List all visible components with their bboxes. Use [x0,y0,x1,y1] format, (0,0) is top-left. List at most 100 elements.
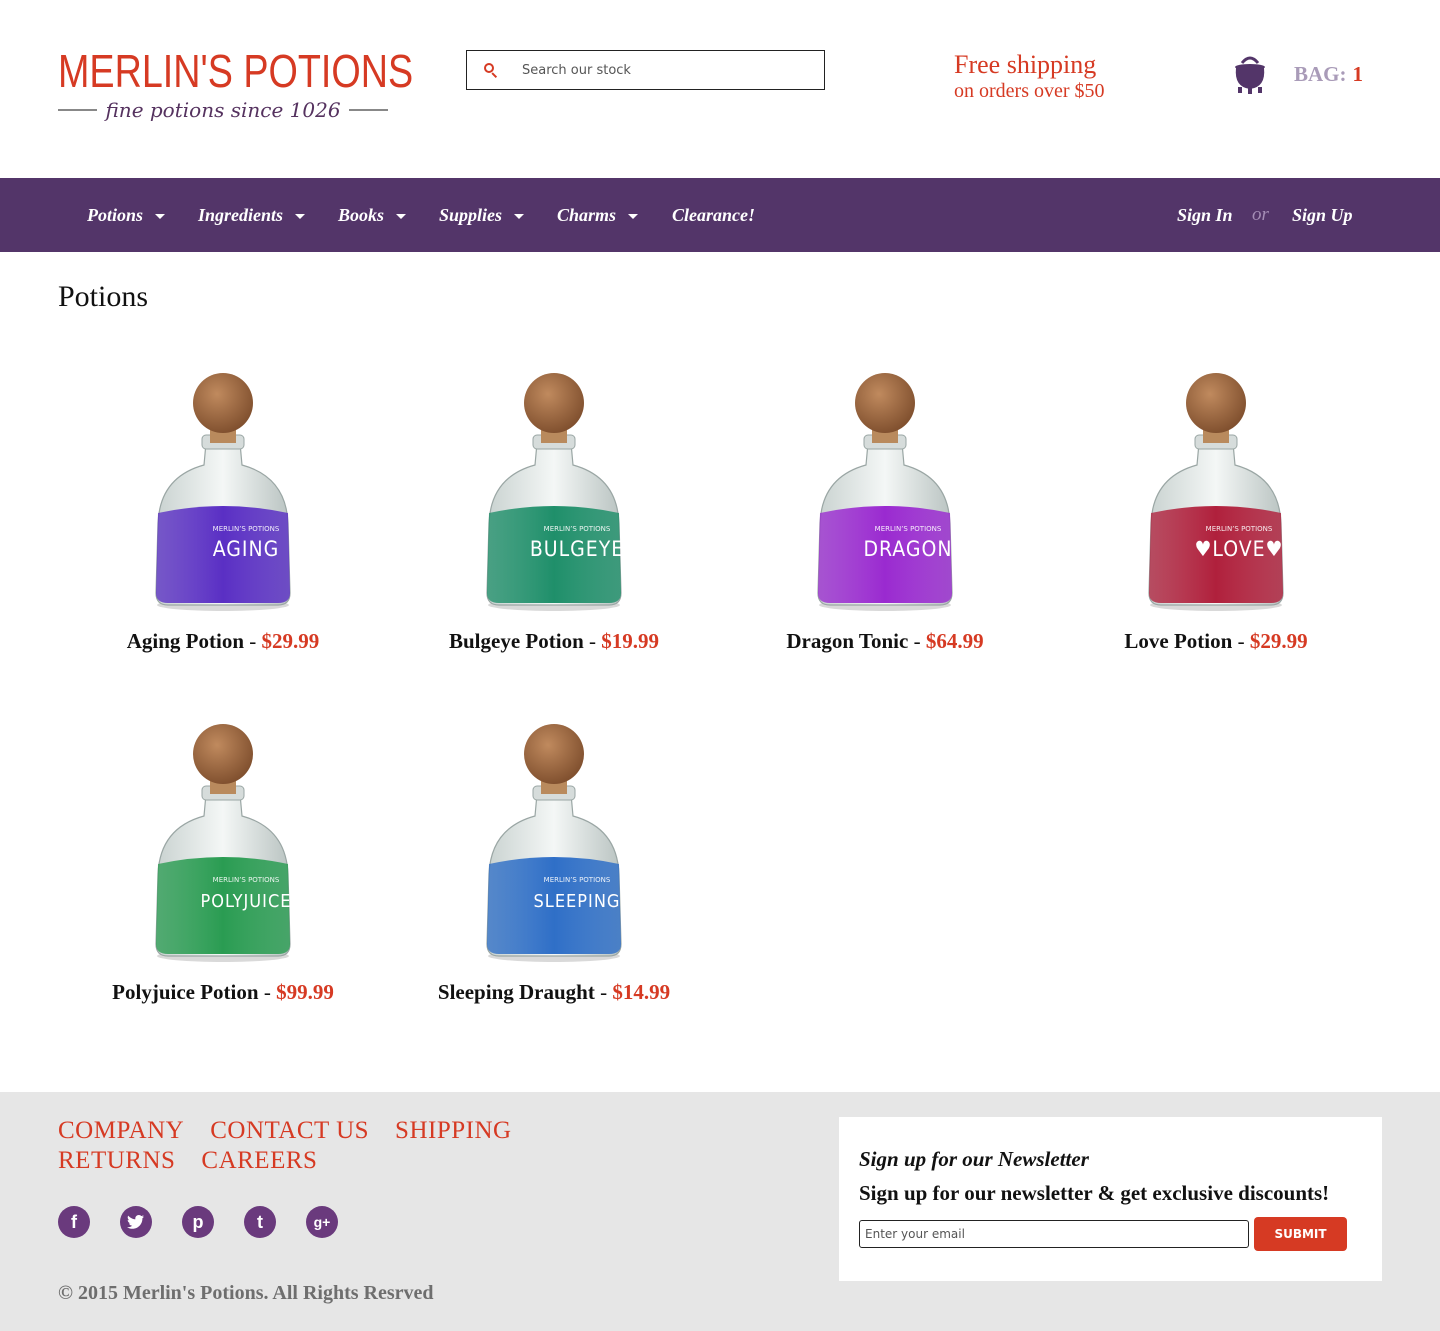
bottle-label-text: DRAGON [863,537,952,561]
footer-link-contact-us[interactable]: CONTACT US [210,1116,369,1146]
product-image[interactable]: MERLIN’S POTIONS POLYJUICE [146,724,300,964]
product-caption: Love Potion - $29.99 [1051,629,1381,654]
product-image[interactable]: MERLIN’S POTIONS BULGEYE [477,373,631,613]
nav-label: Clearance! [672,204,755,225]
bottle-label-text: ♥LOVE♥ [1194,537,1283,561]
search-input[interactable] [522,62,802,78]
footer-link-company[interactable]: COMPANY [58,1116,184,1146]
chevron-down-icon [514,213,525,219]
pinterest-icon[interactable]: p [182,1206,214,1238]
product-name[interactable]: Polyjuice Potion [112,980,258,1004]
product-separator: - [913,629,921,653]
product-separator: - [1237,629,1245,653]
product-separator: - [600,980,608,1004]
bottle-label-text: AGING [213,537,280,561]
product-price: $64.99 [925,629,984,653]
product-separator: - [249,629,257,653]
product-card[interactable]: MERLIN’S POTIONS AGING Aging Potion - $29.… [58,373,388,673]
bottle-label-text: POLYJUICE [201,891,292,912]
product-card[interactable]: MERLIN’S POTIONS SLEEPING Sleeping Draught… [389,724,719,1024]
chevron-down-icon [155,213,166,219]
product-separator: - [263,980,271,1004]
product-card[interactable]: MERLIN’S POTIONS BULGEYE Bulgeye Potion - … [389,373,719,673]
svg-text:MERLIN’S POTIONS: MERLIN’S POTIONS [544,525,611,533]
svg-text:MERLIN’S POTIONS: MERLIN’S POTIONS [213,525,280,533]
search-bar [466,50,825,90]
bag-label: BAG: [1294,61,1347,86]
nav-item-charms[interactable]: Charms [557,178,639,252]
bottle-label-text: SLEEPING [534,891,621,912]
free-shipping-banner: Free shipping on orders over $50 [954,50,1105,102]
twitter-icon[interactable] [120,1206,152,1238]
footer-link-shipping[interactable]: SHIPPING [395,1116,512,1146]
svg-text:MERLIN’S POTIONS: MERLIN’S POTIONS [1206,525,1273,533]
product-price: $14.99 [612,980,671,1004]
newsletter-subtitle: Sign up for our newsletter & get exclusi… [859,1181,1330,1205]
logo-wordmark: MERLIN'S POTIONS [58,45,414,97]
newsletter-title: Sign up for our Newsletter [859,1147,1089,1171]
chevron-down-icon [295,213,306,219]
chevron-down-icon [628,213,639,219]
svg-text:MERLIN’S POTIONS: MERLIN’S POTIONS [213,876,280,884]
shipping-headline: Free shipping [954,50,1097,79]
sign-in-link[interactable]: Sign In [1177,178,1233,252]
product-caption: Polyjuice Potion - $99.99 [58,980,388,1005]
tumblr-icon[interactable]: t [244,1206,276,1238]
logo-tagline-row: fine potions since 1026 [58,98,389,122]
product-name[interactable]: Sleeping Draught [438,980,595,1004]
nav-item-potions[interactable]: Potions [87,178,166,252]
footer-links: COMPANY CONTACT US SHIPPING RETURNS CARE… [58,1116,558,1176]
site-logo[interactable]: MERLIN'S POTIONS fine potions since 1026 [58,45,414,128]
product-caption: Sleeping Draught - $14.99 [389,980,719,1005]
product-price: $99.99 [276,980,334,1004]
nav-item-ingredients[interactable]: Ingredients [198,178,306,252]
product-price: $29.99 [1249,629,1308,653]
site-header: MERLIN'S POTIONS fine potions since 1026… [0,0,1440,178]
shopping-bag[interactable]: BAG: 1 [1230,50,1370,98]
facebook-icon[interactable]: f [58,1206,90,1238]
main-nav: Potions Ingredients Books Supplies Charm… [0,178,1440,252]
product-name[interactable]: Love Potion [1124,629,1232,653]
google-plus-icon[interactable]: g+ [306,1206,338,1238]
nav-label: Potions [87,204,144,225]
nav-label: Supplies [439,204,503,225]
bottle-label-text: BULGEYE [530,537,624,561]
svg-text:MERLIN’S POTIONS: MERLIN’S POTIONS [544,876,611,884]
sign-up-link[interactable]: Sign Up [1292,178,1353,252]
product-image[interactable]: MERLIN’S POTIONS ♥LOVE♥ [1139,373,1293,613]
newsletter-email-input[interactable] [859,1220,1249,1248]
nav-item-clearance[interactable]: Clearance! [672,178,755,252]
nav-label: Charms [557,204,617,225]
footer-link-returns[interactable]: RETURNS [58,1146,175,1176]
nav-item-supplies[interactable]: Supplies [439,178,525,252]
nav-item-books[interactable]: Books [338,178,407,252]
logo-tagline: fine potions since 1026 [105,98,341,122]
product-name[interactable]: Dragon Tonic [786,629,908,653]
product-image[interactable]: MERLIN’S POTIONS AGING [146,373,300,613]
product-card[interactable]: MERLIN’S POTIONS DRAGON Dragon Tonic - $64… [720,373,1050,673]
product-card[interactable]: MERLIN’S POTIONS ♥LOVE♥ Love Potion - $29.… [1051,373,1381,673]
logo-rule-left [58,109,98,111]
search-icon[interactable] [484,63,498,79]
newsletter-box: Sign up for our Newsletter Sign up for o… [839,1117,1382,1281]
product-card[interactable]: MERLIN’S POTIONS POLYJUICE Polyjuice Potio… [58,724,388,1024]
product-name[interactable]: Aging Potion [127,629,244,653]
nav-label: Ingredients [198,204,284,225]
newsletter-submit-button[interactable]: SUBMIT [1254,1217,1347,1251]
product-caption: Bulgeye Potion - $19.99 [389,629,719,654]
logo-rule-right [348,109,389,111]
product-price: $29.99 [261,629,320,653]
svg-text:MERLIN’S POTIONS: MERLIN’S POTIONS [875,525,942,533]
footer-link-careers[interactable]: CAREERS [201,1146,317,1176]
nav-label: Books [338,204,385,225]
site-footer: COMPANY CONTACT US SHIPPING RETURNS CARE… [0,1092,1440,1331]
copyright-text: © 2015 Merlin's Potions. All Rights Resr… [58,1282,434,1304]
product-separator: - [589,629,596,653]
social-links: f p t g+ [58,1206,338,1238]
product-image[interactable]: MERLIN’S POTIONS SLEEPING [477,724,631,964]
product-caption: Dragon Tonic - $64.99 [720,629,1050,654]
bag-count: 1 [1352,61,1364,86]
product-name[interactable]: Bulgeye Potion [449,629,584,653]
product-image[interactable]: MERLIN’S POTIONS DRAGON [808,373,962,613]
product-price: $19.99 [601,629,659,653]
